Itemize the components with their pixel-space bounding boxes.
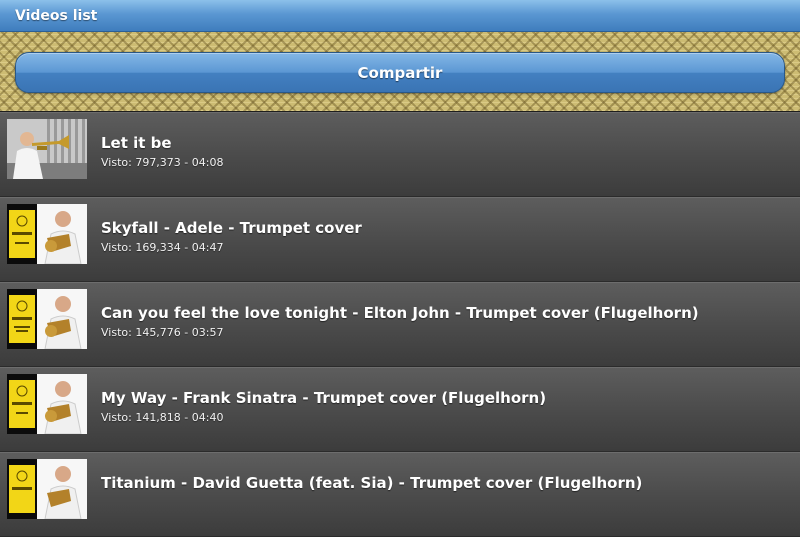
bellepix-trumpet-thumbnail-icon	[7, 204, 87, 264]
video-title: Let it be	[101, 134, 172, 152]
video-meta: Visto: 141,818 - 04:40	[101, 411, 224, 424]
video-title: Titanium - David Guetta (feat. Sia) - Tr…	[101, 474, 643, 492]
share-button[interactable]: Compartir	[15, 52, 785, 93]
trumpet-studio-thumbnail-icon	[7, 119, 87, 179]
video-title: My Way - Frank Sinatra - Trumpet cover (…	[101, 389, 547, 407]
share-banner: Compartir	[0, 32, 800, 112]
bellepix-trumpet-thumbnail-icon	[7, 289, 87, 349]
video-list-item[interactable]: Titanium - David Guetta (feat. Sia) - Tr…	[0, 452, 800, 537]
video-list-item[interactable]: Skyfall - Adele - Trumpet cover Visto: 1…	[0, 197, 800, 282]
title-bar: Videos list	[0, 0, 800, 32]
video-meta: Visto: 797,373 - 04:08	[101, 156, 224, 169]
video-title: Can you feel the love tonight - Elton Jo…	[101, 304, 699, 322]
video-list: Let it be Visto: 797,373 - 04:08 Skyfall…	[0, 112, 800, 537]
bellepix-trumpet-thumbnail-icon	[7, 374, 87, 434]
video-list-item[interactable]: My Way - Frank Sinatra - Trumpet cover (…	[0, 367, 800, 452]
video-meta: Visto: 169,334 - 04:47	[101, 241, 224, 254]
video-title: Skyfall - Adele - Trumpet cover	[101, 219, 362, 237]
video-list-item[interactable]: Let it be Visto: 797,373 - 04:08	[0, 112, 800, 197]
bellepix-trumpet-thumbnail-icon	[7, 459, 87, 519]
screen-title: Videos list	[15, 8, 98, 24]
video-meta: Visto: 145,776 - 03:57	[101, 326, 224, 339]
video-list-item[interactable]: Can you feel the love tonight - Elton Jo…	[0, 282, 800, 367]
